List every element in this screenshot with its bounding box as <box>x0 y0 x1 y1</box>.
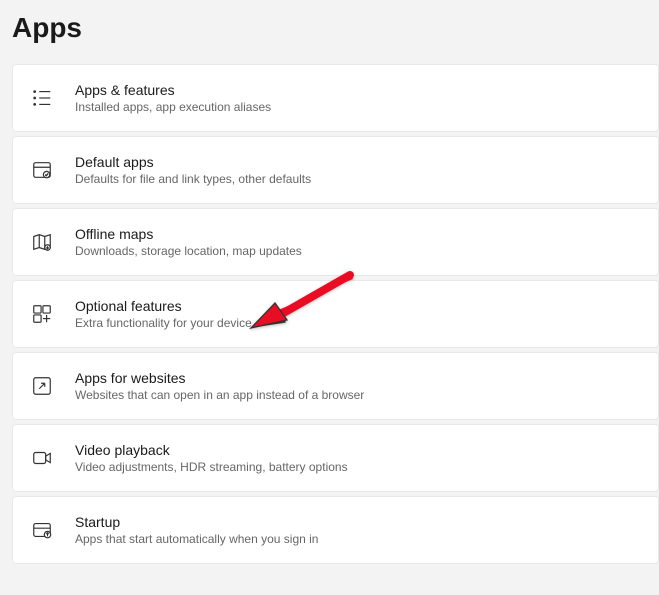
card-text: Optional features Extra functionality fo… <box>75 298 252 330</box>
apps-websites-icon <box>31 375 53 397</box>
card-title: Startup <box>75 514 318 530</box>
card-subtitle: Defaults for file and link types, other … <box>75 172 311 186</box>
optional-features-icon <box>31 303 53 325</box>
card-subtitle: Video adjustments, HDR streaming, batter… <box>75 460 348 474</box>
default-apps-icon <box>31 159 53 181</box>
card-subtitle: Extra functionality for your device <box>75 316 252 330</box>
map-icon <box>31 231 53 253</box>
card-text: Apps for websites Websites that can open… <box>75 370 364 402</box>
video-icon <box>31 447 53 469</box>
card-subtitle: Installed apps, app execution aliases <box>75 100 271 114</box>
card-offline-maps[interactable]: Offline maps Downloads, storage location… <box>12 208 659 276</box>
startup-icon <box>31 519 53 541</box>
page-title: Apps <box>0 0 659 64</box>
card-title: Video playback <box>75 442 348 458</box>
card-title: Apps & features <box>75 82 271 98</box>
card-text: Apps & features Installed apps, app exec… <box>75 82 271 114</box>
settings-list: Apps & features Installed apps, app exec… <box>0 64 659 564</box>
card-subtitle: Apps that start automatically when you s… <box>75 532 318 546</box>
card-text: Offline maps Downloads, storage location… <box>75 226 302 258</box>
card-title: Offline maps <box>75 226 302 242</box>
card-subtitle: Downloads, storage location, map updates <box>75 244 302 258</box>
card-default-apps[interactable]: Default apps Defaults for file and link … <box>12 136 659 204</box>
card-text: Default apps Defaults for file and link … <box>75 154 311 186</box>
card-title: Apps for websites <box>75 370 364 386</box>
card-video-playback[interactable]: Video playback Video adjustments, HDR st… <box>12 424 659 492</box>
card-subtitle: Websites that can open in an app instead… <box>75 388 364 402</box>
card-apps-websites[interactable]: Apps for websites Websites that can open… <box>12 352 659 420</box>
card-optional-features[interactable]: Optional features Extra functionality fo… <box>12 280 659 348</box>
card-title: Optional features <box>75 298 252 314</box>
card-text: Startup Apps that start automatically wh… <box>75 514 318 546</box>
list-apps-icon <box>31 87 53 109</box>
card-startup[interactable]: Startup Apps that start automatically wh… <box>12 496 659 564</box>
card-title: Default apps <box>75 154 311 170</box>
card-text: Video playback Video adjustments, HDR st… <box>75 442 348 474</box>
card-apps-features[interactable]: Apps & features Installed apps, app exec… <box>12 64 659 132</box>
